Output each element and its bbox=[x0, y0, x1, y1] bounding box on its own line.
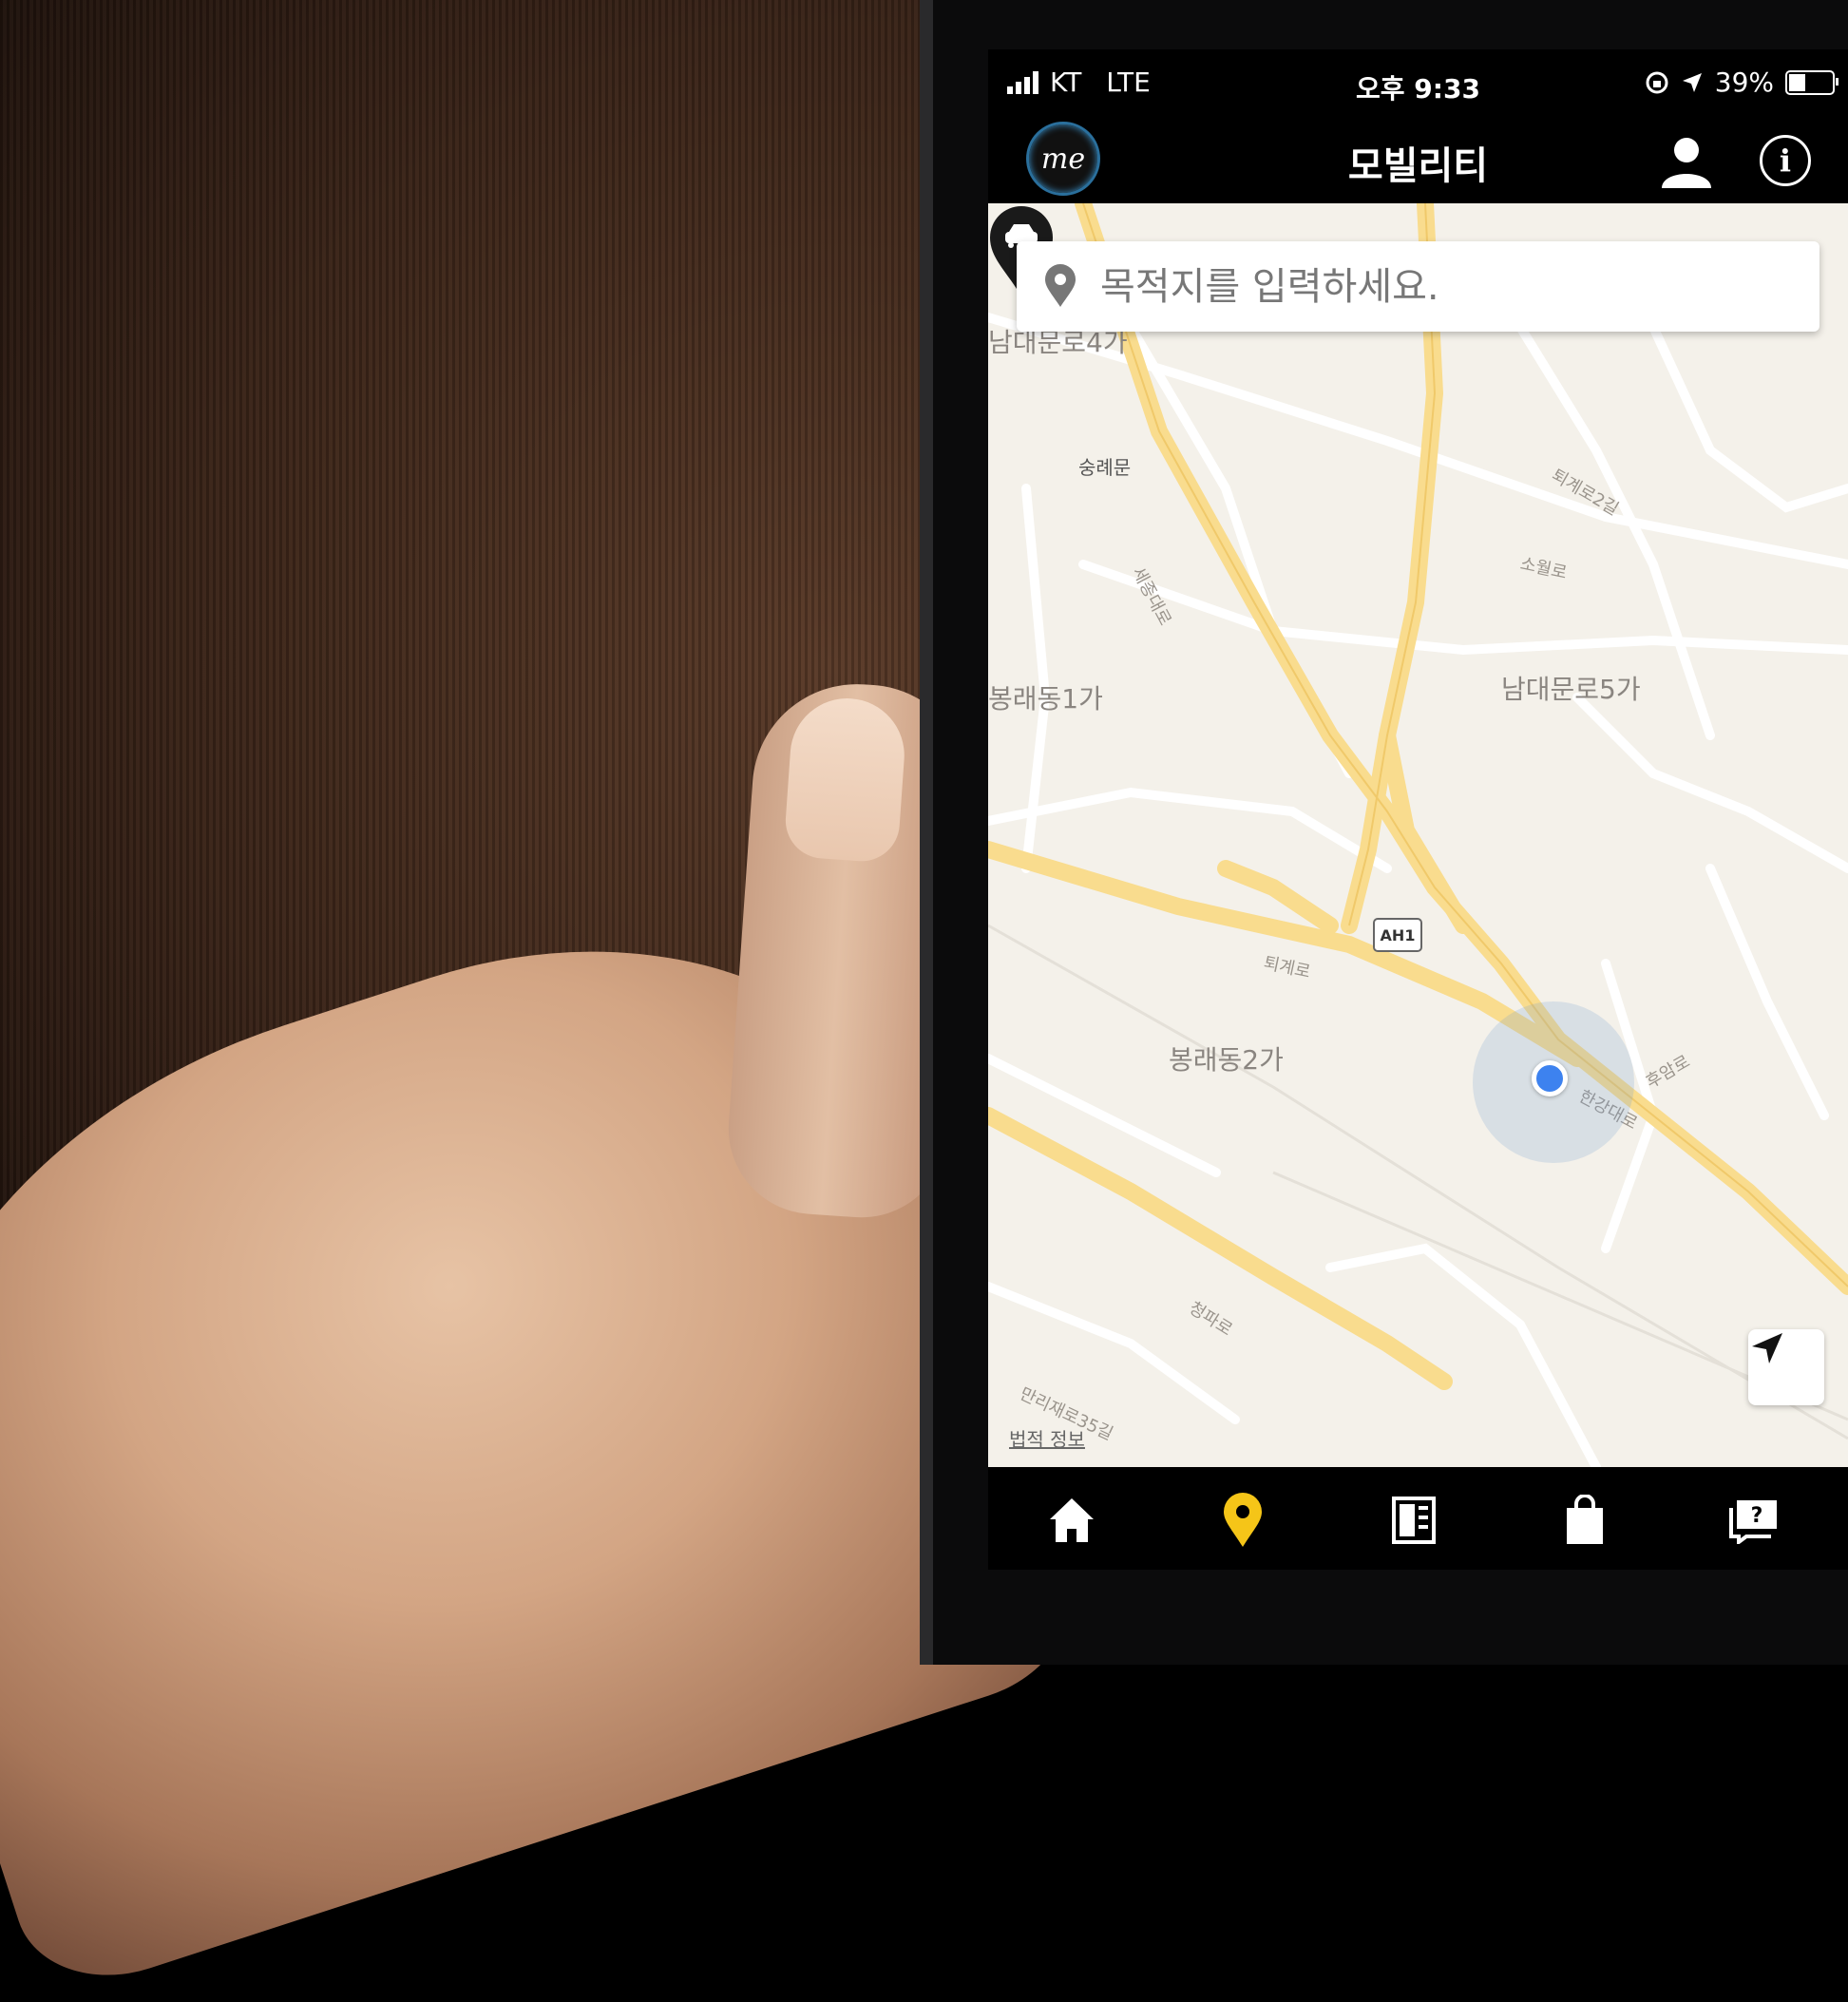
app-header: me 모빌리티 i bbox=[988, 116, 1848, 203]
shopping-bag-icon bbox=[1567, 1495, 1603, 1544]
navigation-arrow-icon bbox=[1752, 1333, 1782, 1363]
help-chat-icon: ? bbox=[1729, 1500, 1777, 1544]
my-location-button[interactable] bbox=[1748, 1329, 1824, 1405]
battery-icon bbox=[1785, 69, 1838, 95]
tab-location[interactable] bbox=[1214, 1492, 1271, 1549]
current-location-dot bbox=[1532, 1060, 1568, 1096]
map-label-district: 봉래동1가 bbox=[988, 683, 1103, 715]
legal-info-link[interactable]: 법적 정보 bbox=[1009, 1424, 1085, 1452]
svg-text:?: ? bbox=[1751, 1504, 1763, 1528]
map-label-district: 봉래동2가 bbox=[1169, 1044, 1284, 1076]
route-badge: AH1 bbox=[1373, 918, 1422, 952]
status-bar: KT LTE 오후 9:33 39% bbox=[988, 49, 1848, 116]
map-label-district: 남대문로5가 bbox=[1501, 674, 1641, 705]
map-view[interactable]: 남대문로4가 숭례문 봉래동1가 남대문로5가 봉래동2가 세종대로 퇴계로 한… bbox=[988, 203, 1848, 1467]
info-icon[interactable]: i bbox=[1760, 135, 1811, 186]
destination-search-box[interactable] bbox=[1017, 241, 1819, 332]
battery-fill bbox=[1789, 73, 1805, 91]
location-pin-icon bbox=[1224, 1493, 1262, 1547]
map-label-landmark: 숭례문 bbox=[1078, 456, 1132, 479]
battery-percent: 39% bbox=[1714, 67, 1774, 98]
home-icon bbox=[1050, 1498, 1094, 1542]
map-roads bbox=[988, 203, 1848, 1467]
tab-news[interactable] bbox=[1385, 1492, 1442, 1549]
tab-help[interactable]: ? bbox=[1725, 1492, 1782, 1549]
tab-home[interactable] bbox=[1043, 1492, 1100, 1549]
location-pin-icon bbox=[1045, 264, 1076, 307]
status-right: 39% bbox=[1645, 67, 1838, 98]
location-arrow-icon bbox=[1682, 72, 1702, 92]
rotation-lock-icon bbox=[1646, 71, 1668, 93]
tab-shop[interactable] bbox=[1556, 1492, 1613, 1549]
page-title: 모빌리티 bbox=[1347, 144, 1489, 188]
destination-input[interactable] bbox=[1098, 257, 1786, 317]
user-icon[interactable] bbox=[1658, 133, 1715, 190]
news-icon bbox=[1392, 1497, 1436, 1544]
bottom-tab-bar: ? bbox=[988, 1467, 1848, 1570]
thumb-nail bbox=[783, 695, 908, 864]
phone-screen: KT LTE 오후 9:33 39% me 모빌리티 i 남대문로4가 숭례문 … bbox=[988, 49, 1848, 1570]
